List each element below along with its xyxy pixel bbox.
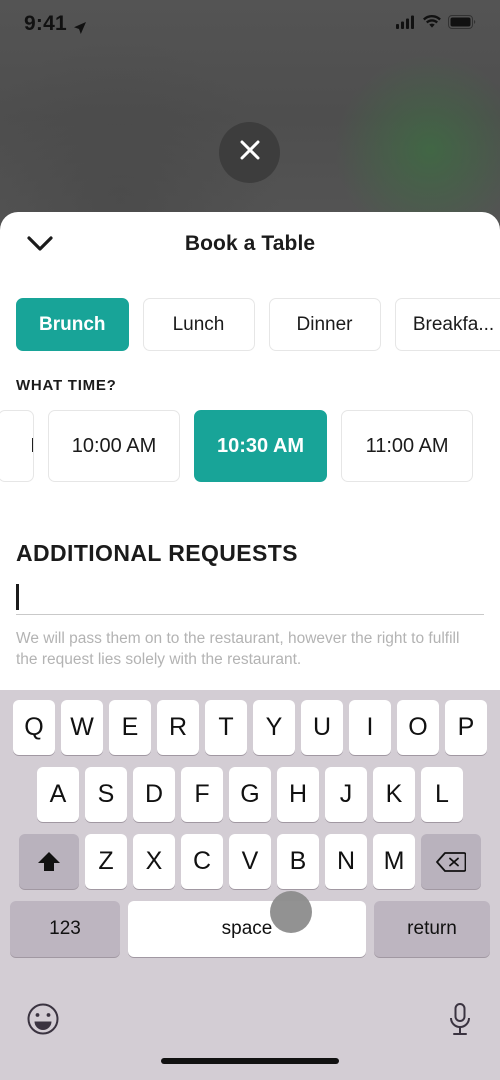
key-s[interactable]: S <box>85 767 127 822</box>
space-key[interactable]: space <box>128 901 366 957</box>
status-bar-clock: 9:41 <box>24 12 87 36</box>
key-e[interactable]: E <box>109 700 151 755</box>
key-o[interactable]: O <box>397 700 439 755</box>
additional-requests-title: ADDITIONAL REQUESTS <box>16 540 298 566</box>
time-chip-10-00-am[interactable]: 10:00 AM <box>48 410 180 482</box>
key-j[interactable]: J <box>325 767 367 822</box>
time-chip-label: M <box>30 435 33 458</box>
key-n[interactable]: N <box>325 834 367 889</box>
key-t[interactable]: T <box>205 700 247 755</box>
key-m[interactable]: M <box>373 834 415 889</box>
keyboard-row-1[interactable]: Q W E R T Y U I O P <box>0 700 500 755</box>
key-f[interactable]: F <box>181 767 223 822</box>
meal-chip-label: Dinner <box>296 313 353 335</box>
close-modal-button[interactable] <box>219 122 280 183</box>
key-b[interactable]: B <box>277 834 319 889</box>
key-z[interactable]: Z <box>85 834 127 889</box>
additional-requests-section: ADDITIONAL REQUESTS We will pass them on… <box>0 540 500 670</box>
meal-chip-dinner[interactable]: Dinner <box>268 298 381 351</box>
book-a-table-sheet: Book a Table Brunch Lunch Dinner Breakfa… <box>0 212 500 690</box>
meal-chip-lunch[interactable]: Lunch <box>142 298 255 351</box>
key-r[interactable]: R <box>157 700 199 755</box>
keyboard-row-2[interactable]: A S D F G H J K L <box>0 767 500 822</box>
on-screen-keyboard[interactable]: Q W E R T Y U I O P A S D F G H J K L Z … <box>0 690 500 1080</box>
key-a[interactable]: A <box>37 767 79 822</box>
keyboard-row-3[interactable]: Z X C V B N M <box>0 834 500 889</box>
meal-chip-label: Brunch <box>39 313 106 335</box>
key-h[interactable]: H <box>277 767 319 822</box>
meal-chip-breakfast[interactable]: Breakfa... <box>394 298 500 351</box>
key-c[interactable]: C <box>181 834 223 889</box>
key-i[interactable]: I <box>349 700 391 755</box>
sheet-header: Book a Table <box>0 212 500 275</box>
chevron-down-icon[interactable] <box>22 232 58 256</box>
key-w[interactable]: W <box>61 700 103 755</box>
meal-chip-label: Lunch <box>172 313 225 335</box>
touch-indicator <box>270 891 312 933</box>
time-chip-label: 10:30 AM <box>217 434 305 457</box>
clock-time: 9:41 <box>24 12 67 35</box>
backspace-delete-icon[interactable] <box>421 834 481 889</box>
key-q[interactable]: Q <box>13 700 55 755</box>
status-bar-indicators <box>396 14 476 34</box>
keyboard-bottom-bar <box>0 986 500 1080</box>
additional-requests-input[interactable] <box>18 586 484 607</box>
cellular-signal-icon <box>396 15 416 34</box>
time-chip-11-00-am[interactable]: 11:00 AM <box>341 410 474 482</box>
meal-chip-label: Breakfa... <box>412 313 495 335</box>
status-bar: 9:41 <box>0 0 500 48</box>
additional-requests-input-wrap[interactable] <box>16 579 484 615</box>
home-indicator <box>161 1058 339 1064</box>
time-chip-label: 10:00 AM <box>71 434 157 457</box>
keyboard-row-4[interactable]: 123 space return <box>0 901 500 957</box>
emoji-smiley-icon[interactable] <box>26 1002 60 1041</box>
key-u[interactable]: U <box>301 700 343 755</box>
time-chip-previous-partial[interactable]: M <box>0 410 34 482</box>
what-time-label: WHAT TIME? <box>16 377 117 394</box>
numbers-key[interactable]: 123 <box>10 901 120 957</box>
key-g[interactable]: G <box>229 767 271 822</box>
time-slot-chip-row[interactable]: M 10:00 AM 10:30 AM 11:00 AM <box>0 410 500 482</box>
microphone-icon[interactable] <box>446 1002 474 1043</box>
key-v[interactable]: V <box>229 834 271 889</box>
wifi-icon <box>423 14 441 34</box>
key-x[interactable]: X <box>133 834 175 889</box>
key-p[interactable]: P <box>445 700 487 755</box>
key-l[interactable]: L <box>421 767 463 822</box>
key-k[interactable]: K <box>373 767 415 822</box>
shift-arrow-icon[interactable] <box>19 834 79 889</box>
battery-full-icon <box>448 14 476 34</box>
key-d[interactable]: D <box>133 767 175 822</box>
location-arrow-icon <box>73 17 87 34</box>
meal-chip-brunch[interactable]: Brunch <box>16 298 129 351</box>
key-y[interactable]: Y <box>253 700 295 755</box>
close-x-icon <box>239 139 261 166</box>
time-chip-10-30-am[interactable]: 10:30 AM <box>194 410 328 482</box>
time-chip-label: 11:00 AM <box>365 434 449 457</box>
page-title: Book a Table <box>184 231 316 255</box>
additional-requests-hint: We will pass them on to the restaurant, … <box>16 630 460 668</box>
meal-type-chip-row[interactable]: Brunch Lunch Dinner Breakfa... <box>0 298 500 351</box>
return-key[interactable]: return <box>374 901 490 957</box>
